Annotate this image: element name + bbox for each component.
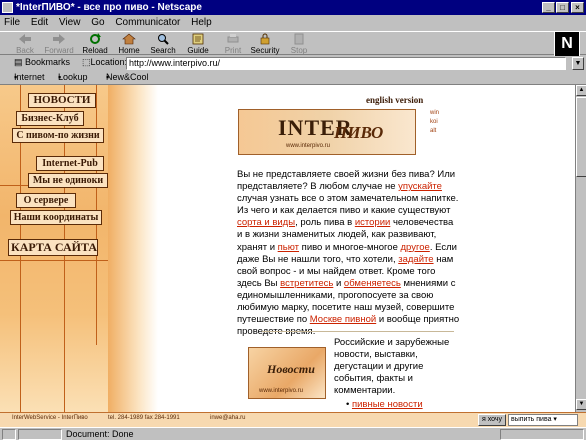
link-ask[interactable]: задайте [398, 254, 433, 265]
security-button[interactable]: Security [248, 33, 282, 55]
menu-go[interactable]: Go [91, 17, 104, 28]
component-bar [500, 429, 584, 440]
link-history[interactable]: истории [355, 217, 390, 228]
news-image-url: www.interpivo.ru [259, 388, 304, 394]
menu-bar: File Edit View Go Communicator Help [0, 15, 586, 31]
link-dont-miss[interactable]: упускайте [398, 181, 442, 192]
maximize-button[interactable]: □ [556, 2, 569, 13]
scroll-thumb[interactable] [576, 97, 586, 177]
link-beer-moscow[interactable]: Москве пивной [310, 314, 376, 325]
close-button[interactable]: × [571, 2, 584, 13]
news-image-title: Новости [267, 362, 315, 376]
nav-not-alone[interactable]: Мы не одиноки [28, 173, 108, 188]
page-proxy-icon[interactable]: ⬚ [82, 57, 91, 67]
menu-view[interactable]: View [59, 17, 81, 28]
encoding-koi-link[interactable]: koi [430, 118, 439, 127]
logo-script: ПИВО [334, 123, 384, 142]
status-text: Document: Done [66, 429, 134, 439]
security-status-icon[interactable] [2, 429, 16, 440]
footer-service: InterWebService - InterПиво [12, 415, 88, 421]
guide-icon [192, 33, 204, 45]
forward-arrow-icon [53, 34, 65, 44]
forward-button[interactable]: Forward [42, 33, 76, 55]
netscape-logo-icon[interactable]: N [554, 31, 580, 57]
bookmarks-button[interactable]: ▤ Bookmarks [14, 57, 70, 68]
progress-field [18, 429, 62, 440]
interpivo-logo: english version INTER ПИВО www.interpivo… [238, 95, 446, 157]
news-link-item: • пивные новости [346, 399, 423, 410]
footer-email[interactable]: inwe@aha.ru [210, 415, 245, 421]
encoding-alt-link[interactable]: alt [430, 127, 439, 136]
encoding-win-link[interactable]: win [430, 109, 439, 118]
nav-news[interactable]: НОВОСТИ [28, 93, 96, 108]
news-image[interactable]: Новости www.interpivo.ru [248, 347, 326, 399]
page-footer: InterWebService - InterПиво tel. 284-198… [0, 412, 586, 427]
search-icon [158, 34, 169, 45]
link-exchange[interactable]: обменяетесь [344, 278, 401, 289]
stop-button[interactable]: Stop [282, 33, 316, 55]
link-drink[interactable]: пьют [278, 242, 299, 253]
lock-icon [260, 33, 270, 45]
english-version-link[interactable]: english version [366, 95, 423, 105]
search-button[interactable]: Search [146, 33, 180, 55]
nav-contacts[interactable]: Наши координаты [10, 210, 102, 225]
section-divider [262, 331, 454, 332]
nav-about-server[interactable]: О сервере [16, 193, 76, 208]
scroll-up-button[interactable]: ▲ [576, 85, 586, 96]
minimize-button[interactable]: _ [542, 2, 555, 13]
page-content: НОВОСТИ Бизнес-Клуб С пивом-по жизни Int… [0, 85, 575, 412]
url-dropdown-button[interactable]: ▼ [572, 57, 584, 70]
menu-help[interactable]: Help [191, 17, 212, 28]
encoding-links: win koi alt [430, 109, 439, 136]
location-label: ⬚Location: [82, 57, 128, 67]
home-button[interactable]: Home [112, 33, 146, 55]
vertical-scrollbar[interactable]: ▲ ▼ [575, 85, 586, 412]
nav-decor-line [0, 260, 108, 261]
drink-select[interactable]: выпить пива ▾ [508, 414, 578, 426]
guide-button[interactable]: Guide [181, 33, 215, 55]
back-arrow-icon [19, 34, 31, 44]
want-button[interactable]: я хочу [478, 414, 507, 426]
menu-file[interactable]: File [4, 17, 20, 28]
beer-news-link[interactable]: пивные новости [352, 399, 423, 410]
personal-toolbar: ▪ Internet ▪ Lookup ▪ New&Cool [0, 71, 586, 85]
back-button[interactable]: Back [8, 33, 42, 55]
news-description: Российские и зарубежные новости, выставк… [334, 337, 450, 396]
window-title: *InterПИВО* - все про пиво - Netscape [16, 2, 202, 13]
home-icon [122, 33, 136, 45]
nav-sitemap[interactable]: КАРТА САЙТА [8, 239, 98, 256]
navigation-toolbar: Back Forward Reload Home Search Guide Pr… [0, 31, 586, 55]
stop-icon [294, 33, 304, 45]
logo-url: www.interpivo.ru [286, 143, 331, 149]
menu-edit[interactable]: Edit [31, 17, 48, 28]
menu-communicator[interactable]: Communicator [115, 17, 180, 28]
nav-internet-pub[interactable]: Internet-Pub [36, 156, 104, 171]
intro-paragraph: Вы не представляете своей жизни без пива… [237, 169, 460, 338]
link-kinds[interactable]: сорта и виды [237, 217, 295, 228]
bookmark-icon: ▤ [14, 57, 23, 67]
title-bar: *InterПИВО* - все про пиво - Netscape _ … [0, 0, 586, 15]
print-button[interactable]: Print [216, 33, 250, 55]
status-bar: Document: Done [0, 427, 586, 440]
nav-with-beer[interactable]: С пивом-по жизни [12, 128, 104, 143]
link-other[interactable]: другое [401, 242, 430, 253]
nav-business-club[interactable]: Бизнес-Клуб [16, 111, 84, 126]
location-bar: ▤ Bookmarks ⬚Location: http://www.interp… [0, 56, 586, 71]
printer-icon [227, 34, 239, 43]
reload-button[interactable]: Reload [78, 33, 112, 55]
scroll-down-button[interactable]: ▼ [576, 399, 586, 410]
link-meet[interactable]: встретитесь [280, 278, 333, 289]
url-field[interactable]: http://www.interpivo.ru/ [126, 57, 566, 70]
reload-icon [90, 33, 101, 44]
netscape-app-icon[interactable] [2, 2, 13, 13]
left-nav-gradient [108, 85, 158, 412]
footer-phone: tel. 284-1989 fax 284-1991 [108, 415, 180, 421]
